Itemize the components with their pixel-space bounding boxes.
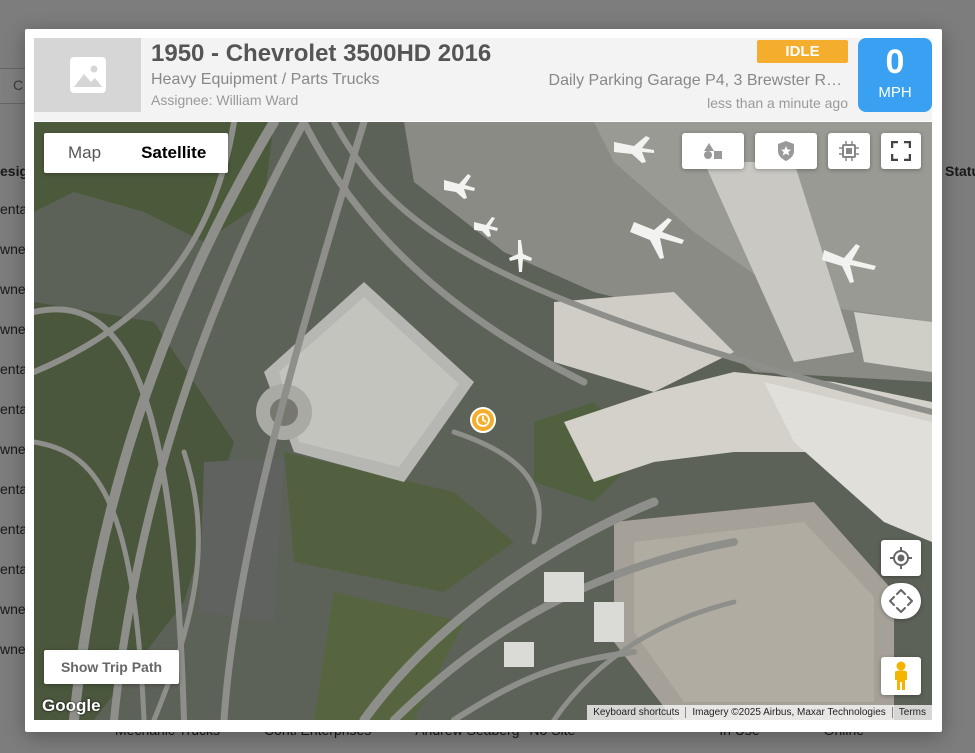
asset-location: Daily Parking Garage P4, 3 Brewster R…	[548, 72, 842, 89]
image-placeholder-icon	[69, 57, 106, 93]
map-attribution: Keyboard shortcuts Imagery ©2025 Airbus,…	[587, 705, 932, 720]
keyboard-shortcuts-link[interactable]: Keyboard shortcuts	[587, 707, 685, 718]
asset-location-modal: 1950 - Chevrolet 3500HD 2016 Heavy Equip…	[25, 29, 942, 732]
fullscreen-button[interactable]	[881, 133, 921, 169]
speed-value: 0	[885, 43, 905, 81]
layers-button[interactable]	[682, 133, 744, 169]
shield-icon	[778, 141, 794, 161]
geofence-button[interactable]	[755, 133, 817, 169]
map-type-map-button[interactable]: Map	[44, 133, 119, 173]
fullscreen-icon	[891, 141, 911, 161]
device-button[interactable]	[828, 133, 870, 169]
assignee-name: William Ward	[216, 92, 299, 108]
google-logo: Google	[42, 696, 101, 715]
imagery-credit: Imagery ©2025 Airbus, Maxar Technologies	[685, 707, 891, 718]
speed-indicator: 0 MPH	[858, 38, 932, 112]
locate-icon	[890, 547, 912, 569]
speed-unit: MPH	[878, 84, 912, 101]
pegman-icon	[895, 661, 907, 690]
locate-button[interactable]	[881, 540, 921, 576]
asset-title: 1950 - Chevrolet 3500HD 2016	[151, 40, 492, 67]
asset-header: 1950 - Chevrolet 3500HD 2016 Heavy Equip…	[34, 38, 932, 121]
street-view-button[interactable]	[881, 657, 921, 695]
asset-category: Heavy Equipment / Parts Trucks	[151, 71, 380, 88]
assignee-label: Assignee:	[151, 92, 217, 108]
chip-icon	[839, 141, 859, 161]
last-update-time: less than a minute ago	[707, 95, 848, 111]
show-trip-path-button[interactable]: Show Trip Path	[44, 650, 179, 684]
pan-icon	[889, 589, 913, 613]
map-type-toggle: Map Satellite	[44, 133, 229, 173]
status-badge: IDLE	[757, 40, 848, 63]
pan-button[interactable]	[881, 583, 921, 619]
satellite-map[interactable]: Map Satellite Show Trip Path Google Keyb…	[34, 122, 932, 720]
asset-assignee: Assignee: William Ward	[151, 92, 298, 108]
vehicle-marker[interactable]	[470, 407, 496, 433]
map-type-satellite-button[interactable]: Satellite	[119, 133, 228, 173]
clock-icon	[476, 413, 490, 427]
asset-thumbnail	[34, 38, 141, 112]
terms-link[interactable]: Terms	[891, 707, 932, 718]
layers-icon	[704, 143, 722, 159]
